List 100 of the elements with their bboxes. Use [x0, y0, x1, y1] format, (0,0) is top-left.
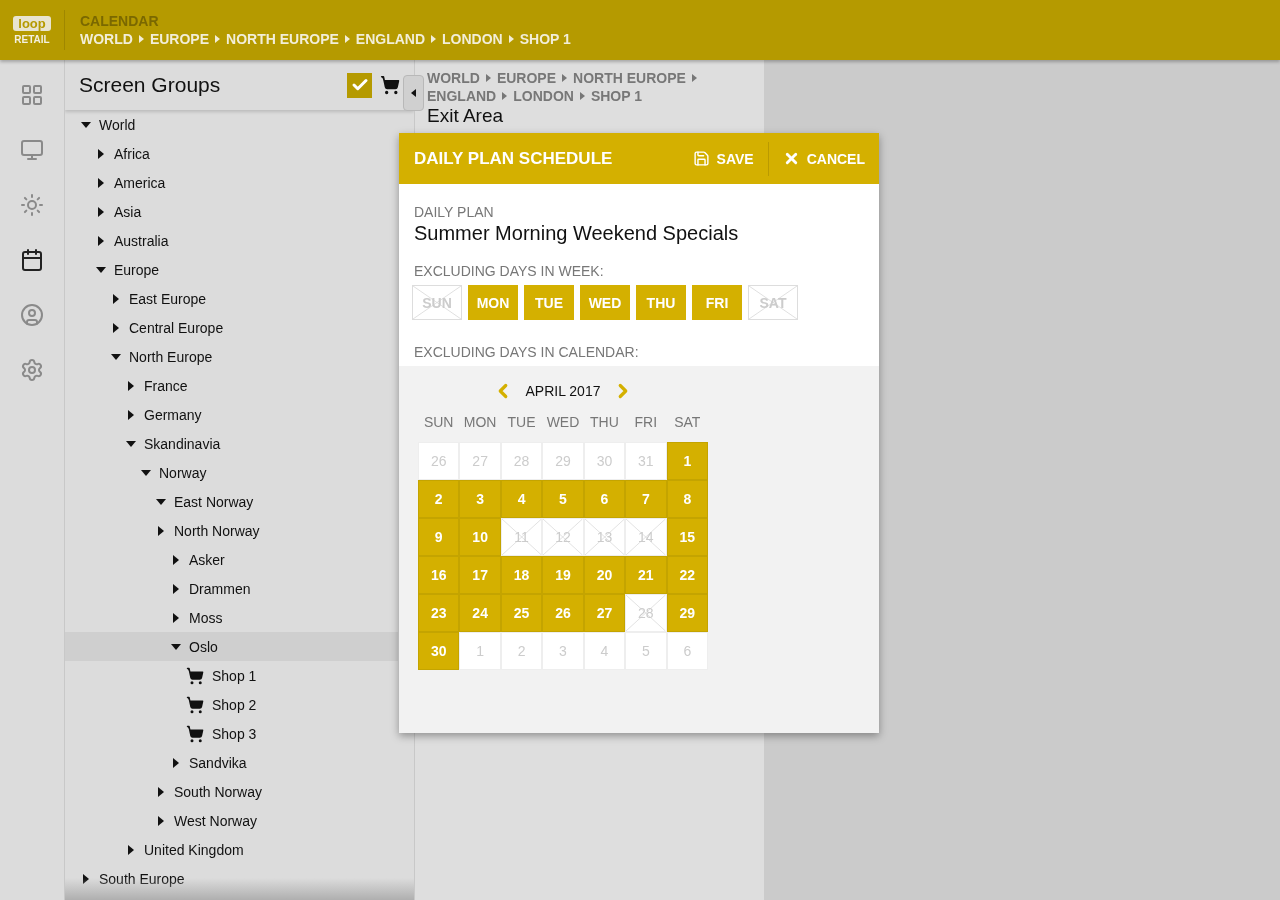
- tree-item[interactable]: Germany: [65, 400, 398, 429]
- tree-item[interactable]: North Europe: [65, 342, 398, 371]
- calendar-day[interactable]: 6: [583, 480, 626, 518]
- calendar-day[interactable]: 23: [418, 594, 460, 632]
- caret-right-icon[interactable]: [81, 873, 91, 884]
- weekday-toggle[interactable]: THU: [636, 285, 686, 320]
- caret-right-icon[interactable]: [156, 525, 166, 536]
- calendar-day[interactable]: 24: [459, 594, 501, 632]
- tree-item[interactable]: Australia: [65, 226, 398, 255]
- tree-item[interactable]: United Kingdom: [65, 835, 398, 864]
- calendar-day[interactable]: 4: [500, 480, 543, 518]
- calendar-day[interactable]: 26: [542, 594, 584, 632]
- caret-right-icon[interactable]: [96, 148, 106, 159]
- caret-down-icon[interactable]: [111, 351, 121, 362]
- tree-item[interactable]: Drammen: [65, 574, 398, 603]
- caret-right-icon[interactable]: [111, 293, 121, 304]
- logo[interactable]: loop: [13, 15, 51, 31]
- caret-down-icon[interactable]: [126, 438, 136, 449]
- calendar-day[interactable]: 29: [666, 594, 708, 632]
- caret-down-icon[interactable]: [96, 264, 106, 275]
- weekday-toggle[interactable]: TUE: [524, 285, 574, 320]
- calendar-day[interactable]: 16: [418, 556, 460, 594]
- caret-down-icon[interactable]: [141, 467, 151, 478]
- caret-right-icon[interactable]: [156, 815, 166, 826]
- tree-item[interactable]: America: [65, 168, 398, 197]
- caret-right-icon[interactable]: [96, 235, 106, 246]
- calendar-day[interactable]: 17: [459, 556, 501, 594]
- calendar-day[interactable]: 9: [418, 518, 460, 556]
- caret-right-icon[interactable]: [126, 380, 136, 391]
- calendar-day[interactable]: 20: [583, 556, 626, 594]
- calendar-day[interactable]: 22: [666, 556, 708, 594]
- breadcrumb-link[interactable]: EUROPE: [149, 31, 209, 47]
- save-button[interactable]: SAVE: [678, 141, 768, 176]
- caret-right-icon[interactable]: [171, 612, 181, 623]
- calendar-day[interactable]: 1: [666, 442, 708, 480]
- breadcrumb-link[interactable]: ENGLAND: [355, 31, 426, 47]
- collapse-button[interactable]: [403, 75, 424, 111]
- filter-checkbox[interactable]: [347, 72, 372, 98]
- breadcrumb-link[interactable]: SHOP 1: [590, 88, 642, 104]
- tree-item[interactable]: Shop 2: [65, 690, 398, 719]
- tree-item[interactable]: Norway: [65, 458, 398, 487]
- tree-item[interactable]: South Europe: [65, 864, 398, 893]
- tree-item[interactable]: South Norway: [65, 777, 398, 806]
- breadcrumb-link[interactable]: EUROPE: [496, 70, 556, 86]
- tree-item[interactable]: Skandinavia: [65, 429, 398, 458]
- tree-item[interactable]: Sandvika: [65, 748, 398, 777]
- calendar-day[interactable]: 3: [459, 480, 501, 518]
- caret-right-icon[interactable]: [126, 844, 136, 855]
- tree-item[interactable]: West Norway: [65, 806, 398, 835]
- caret-down-icon[interactable]: [156, 496, 166, 507]
- tree-item[interactable]: East Europe: [65, 284, 398, 313]
- calendar-day[interactable]: 18: [500, 556, 543, 594]
- caret-right-icon[interactable]: [96, 206, 106, 217]
- calendar-day[interactable]: 27: [583, 594, 626, 632]
- calendar-day[interactable]: 5: [542, 480, 584, 518]
- tree-item[interactable]: Asker: [65, 545, 398, 574]
- tree-item[interactable]: Shop 3: [65, 719, 398, 748]
- tree-item[interactable]: East Norway: [65, 487, 398, 516]
- caret-right-icon[interactable]: [171, 757, 181, 768]
- calendar-day[interactable]: 25: [500, 594, 543, 632]
- weekday-toggle[interactable]: MON: [468, 285, 518, 320]
- calendar-day[interactable]: 10: [459, 518, 501, 556]
- tree-item[interactable]: Europe: [65, 255, 398, 284]
- breadcrumb-link[interactable]: NORTH EUROPE: [573, 70, 686, 86]
- breadcrumb-link[interactable]: WORLD: [427, 70, 480, 86]
- caret-right-icon[interactable]: [171, 554, 181, 565]
- breadcrumb-link[interactable]: SHOP 1: [519, 31, 571, 47]
- weekday-toggle[interactable]: WED: [580, 285, 630, 320]
- calendar-day[interactable]: 7: [625, 480, 667, 518]
- tree-item[interactable]: World: [65, 110, 398, 139]
- tree-item[interactable]: Moss: [65, 603, 398, 632]
- calendar-day[interactable]: 21: [625, 556, 667, 594]
- cancel-button[interactable]: CANCEL: [767, 141, 879, 176]
- breadcrumb-link[interactable]: ENGLAND: [427, 88, 497, 104]
- breadcrumb-link[interactable]: NORTH EUROPE: [226, 31, 339, 47]
- tree-item[interactable]: Asia: [65, 197, 398, 226]
- caret-down-icon[interactable]: [171, 641, 181, 652]
- tree-item[interactable]: North Norway: [65, 516, 398, 545]
- tree-item[interactable]: Central Europe: [65, 313, 398, 342]
- caret-right-icon[interactable]: [126, 409, 136, 420]
- tree-item[interactable]: Africa: [65, 139, 398, 168]
- tree-item[interactable]: Shop 1: [65, 661, 398, 690]
- calendar-day[interactable]: 2: [418, 480, 460, 518]
- caret-right-icon[interactable]: [156, 786, 166, 797]
- breadcrumb-link[interactable]: WORLD: [80, 31, 133, 47]
- breadcrumb-link[interactable]: LONDON: [442, 31, 503, 47]
- cart-icon[interactable]: [380, 75, 400, 95]
- calendar-day[interactable]: 30: [418, 632, 460, 670]
- calendar-day[interactable]: 8: [666, 480, 708, 518]
- calendar-day[interactable]: 15: [666, 518, 708, 556]
- tree-item[interactable]: Oslo: [65, 632, 398, 661]
- calendar-day[interactable]: 19: [542, 556, 584, 594]
- weekday-toggle[interactable]: FRI: [692, 285, 742, 320]
- caret-right-icon[interactable]: [96, 177, 106, 188]
- tree-item[interactable]: France: [65, 371, 398, 400]
- separator-icon: [485, 74, 491, 82]
- caret-down-icon[interactable]: [81, 119, 91, 130]
- caret-right-icon[interactable]: [171, 583, 181, 594]
- caret-right-icon[interactable]: [111, 322, 121, 333]
- breadcrumb-link[interactable]: LONDON: [513, 88, 574, 104]
